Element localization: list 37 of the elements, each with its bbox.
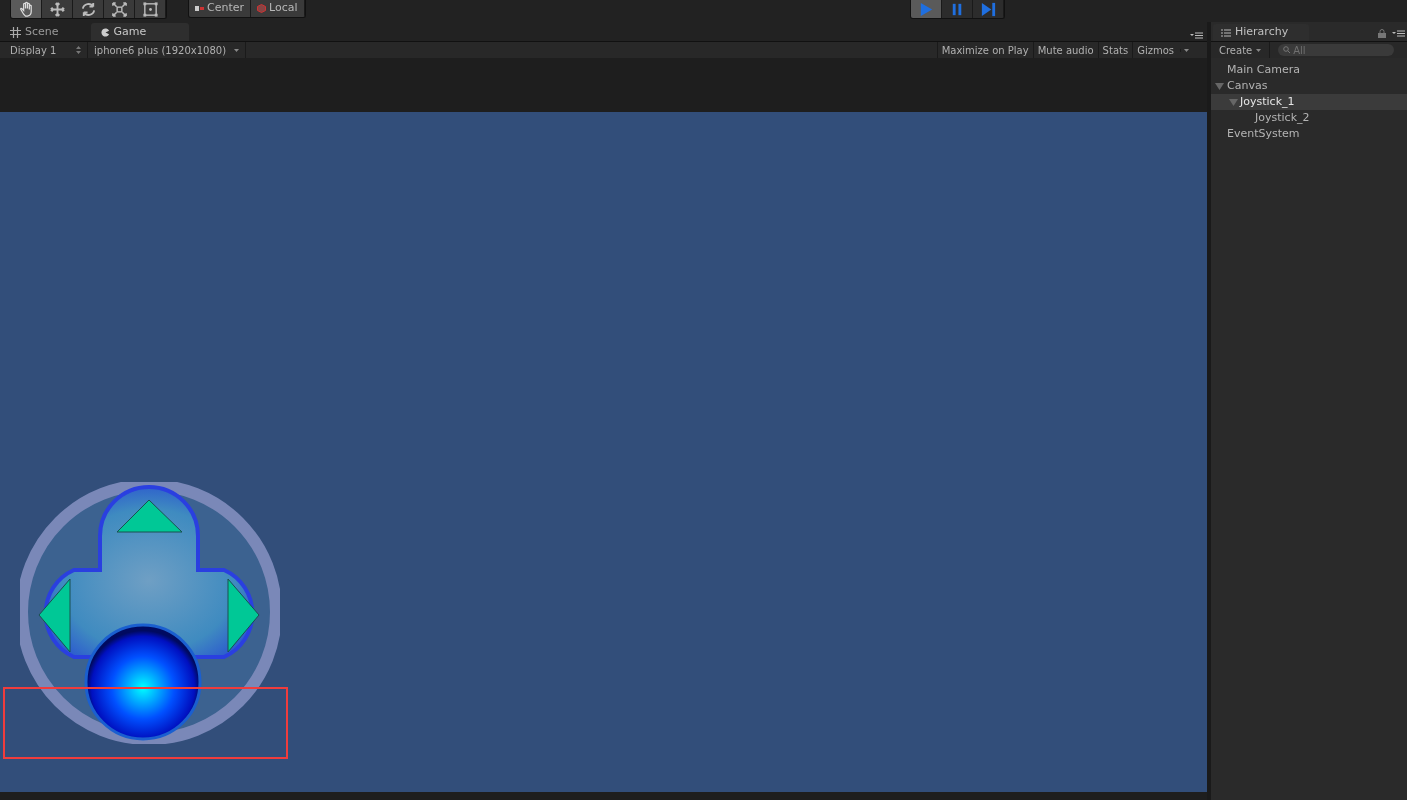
- caret-icon: [234, 48, 240, 52]
- create-dropdown[interactable]: Create: [1211, 42, 1271, 58]
- tab[interactable]: Scene: [4, 23, 65, 41]
- pivot-icon: [195, 5, 204, 12]
- hierarchy-item[interactable]: EventSystem: [1211, 126, 1407, 142]
- pacman-icon: [100, 27, 110, 37]
- cube-icon: [257, 4, 267, 13]
- caret-icon: [1256, 48, 1262, 52]
- grid-icon: [10, 26, 21, 38]
- scale-tool-button[interactable]: [104, 0, 135, 18]
- move-tool-button[interactable]: [42, 0, 73, 18]
- step-icon: [979, 0, 997, 18]
- scale-icon: [110, 0, 128, 18]
- hierarchy-item[interactable]: Joystick_1: [1211, 94, 1407, 110]
- hierarchy-item[interactable]: Joystick_2: [1211, 110, 1407, 126]
- hierarchy-item[interactable]: Canvas: [1211, 78, 1407, 94]
- pivot-center-button[interactable]: Center: [189, 0, 252, 17]
- hierarchy-item[interactable]: Main Camera: [1211, 62, 1407, 78]
- hand-tool-button[interactable]: [11, 0, 42, 18]
- play-button[interactable]: [911, 0, 942, 18]
- rotate-tool-button[interactable]: [73, 0, 104, 18]
- caret-icon: [1184, 48, 1189, 52]
- rect-transform-icon: [141, 0, 159, 18]
- panel-menu-icon[interactable]: [1190, 32, 1203, 39]
- panel-menu-icon[interactable]: [1392, 30, 1405, 37]
- rotate-icon: [79, 0, 97, 18]
- move-icon: [48, 0, 66, 18]
- tab[interactable]: Game: [90, 23, 189, 41]
- rect-transform-tool-button[interactable]: [135, 0, 166, 18]
- updown-arrow-icon: [76, 46, 81, 54]
- pivot-local-button[interactable]: Local: [251, 0, 305, 17]
- step-button[interactable]: [973, 0, 1004, 18]
- hierarchy-tab[interactable]: Hierarchy: [1213, 24, 1309, 41]
- lock-icon[interactable]: [1378, 29, 1386, 38]
- list-icon: [1221, 28, 1231, 37]
- hand-icon: [17, 0, 35, 18]
- pause-button[interactable]: [942, 0, 973, 18]
